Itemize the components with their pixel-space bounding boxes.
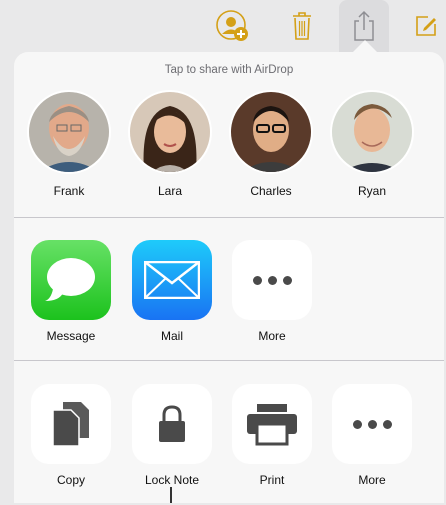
person-name: Charles bbox=[250, 184, 292, 198]
more-tile bbox=[232, 240, 312, 320]
mail-icon bbox=[144, 261, 200, 299]
action-more[interactable]: More bbox=[331, 384, 413, 487]
mail-app-tile bbox=[132, 240, 212, 320]
app-label: Copy bbox=[56, 473, 85, 487]
compose-icon bbox=[416, 16, 436, 36]
avatar bbox=[128, 90, 212, 174]
airdrop-person-charles[interactable]: Charles bbox=[228, 90, 314, 198]
lock-tile bbox=[132, 384, 212, 464]
action-copy[interactable]: Copy bbox=[30, 384, 112, 487]
avatar bbox=[330, 90, 414, 174]
more-icon bbox=[352, 419, 392, 429]
airdrop-person-lara[interactable]: Lara bbox=[127, 90, 213, 198]
print-tile bbox=[232, 384, 312, 464]
share-app-more[interactable]: More bbox=[231, 240, 313, 343]
copy-tile bbox=[31, 384, 111, 464]
app-label: Message bbox=[46, 329, 96, 343]
note-toolbar bbox=[0, 0, 446, 52]
lock-icon bbox=[159, 405, 185, 442]
share-sheet: Tap to share with AirDrop Frank Lara Cha… bbox=[14, 52, 444, 504]
share-app-mail[interactable]: Mail bbox=[131, 240, 213, 343]
add-person-icon bbox=[216, 10, 248, 41]
message-app-tile bbox=[31, 240, 111, 320]
app-label: More bbox=[358, 473, 386, 487]
divider bbox=[14, 360, 444, 361]
avatar bbox=[229, 90, 313, 174]
person-name: Frank bbox=[53, 184, 85, 198]
share-icon bbox=[354, 10, 374, 41]
action-lock-note[interactable]: Lock Note bbox=[131, 384, 213, 487]
copy-icon bbox=[52, 402, 89, 447]
popover-arrow bbox=[353, 40, 377, 52]
more-tile bbox=[332, 384, 412, 464]
action-print[interactable]: Print bbox=[231, 384, 313, 487]
more-icon bbox=[252, 275, 292, 285]
delete-button[interactable] bbox=[284, 8, 320, 44]
airdrop-title: Tap to share with AirDrop bbox=[164, 64, 294, 76]
print-icon bbox=[247, 404, 297, 446]
add-person-button[interactable] bbox=[214, 8, 250, 44]
app-label: More bbox=[258, 329, 286, 343]
trash-icon bbox=[293, 12, 311, 40]
person-name: Lara bbox=[157, 184, 183, 198]
airdrop-person-ryan[interactable]: Ryan bbox=[329, 90, 415, 198]
person-name: Ryan bbox=[357, 184, 386, 198]
share-app-message[interactable]: Message bbox=[30, 240, 112, 343]
message-icon bbox=[45, 258, 95, 301]
divider bbox=[14, 217, 444, 218]
app-label: Lock Note bbox=[144, 473, 200, 487]
app-label: Mail bbox=[160, 329, 183, 343]
avatar bbox=[27, 90, 111, 174]
share-button[interactable] bbox=[346, 8, 382, 44]
airdrop-person-frank[interactable]: Frank bbox=[26, 90, 112, 198]
compose-button[interactable] bbox=[408, 8, 444, 44]
app-label: Print bbox=[259, 473, 285, 487]
